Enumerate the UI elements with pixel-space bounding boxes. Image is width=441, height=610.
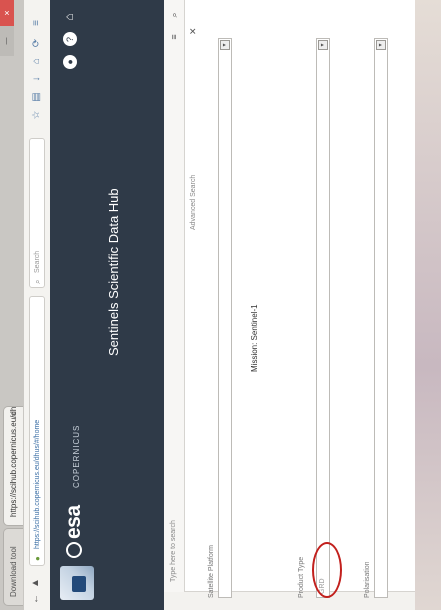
tab-label: Download tool [9, 546, 18, 597]
polarisation-label: Polarisation [364, 561, 371, 598]
app-header: esa COPERNICUS Sentinels Scientific Data… [50, 0, 164, 610]
page-title: Sentinels Scientific Data Hub [106, 188, 121, 356]
copernicus-label: COPERNICUS [72, 424, 81, 488]
url-text: https://scihub.copernicus.eu/dhus/#/home [34, 419, 41, 549]
product-type-select[interactable]: GRD [316, 38, 330, 598]
tab-download-tool[interactable]: Download tool [3, 528, 23, 606]
advanced-search-title: Advanced Search [190, 174, 197, 230]
dropdown-icon[interactable]: ▾ [220, 40, 230, 50]
star-icon[interactable]: ☆ [30, 108, 44, 122]
address-bar: ← ▲ ● https://scihub.copernicus.eu/dhus/… [24, 0, 51, 610]
search-placeholder: Search [34, 250, 41, 273]
sync-icon[interactable]: ⟳ [30, 36, 44, 50]
esa-ring-icon [66, 542, 82, 558]
secure-icon: ● [33, 556, 42, 561]
map-background [415, 0, 441, 610]
app-logo [60, 566, 94, 600]
home-icon[interactable]: ⌂ [30, 54, 44, 68]
product-type-label: Product Type [298, 556, 305, 598]
satellite-platform-label: Satellite Platform [208, 545, 215, 598]
highlight-annotation [312, 542, 342, 598]
esa-logo: esa [62, 505, 86, 558]
mission-label: Mission: Sentinel-1 [250, 304, 259, 372]
minimize-window-button[interactable]: — [0, 26, 14, 56]
close-window-button[interactable]: × [0, 0, 14, 26]
tab-label: https://scihub.copernicus.eu/dhus/#/ [9, 406, 18, 517]
tab-bar: Download tool https://scihub.copernicus.… [0, 0, 25, 610]
filter-icon[interactable]: ≡ [167, 30, 181, 44]
url-input[interactable]: ● https://scihub.copernicus.eu/dhus/#/ho… [29, 296, 45, 566]
home-icon[interactable]: ⌂ [62, 10, 76, 24]
search-icon: ⌕ [33, 279, 42, 284]
polarisation-select[interactable] [374, 38, 388, 598]
dropdown-icon[interactable]: ▾ [376, 40, 386, 50]
browser-window: Download tool https://scihub.copernicus.… [0, 0, 441, 610]
browser-search-input[interactable]: ⌕ Search [29, 138, 45, 288]
bookmark-icon[interactable]: ▤ [30, 90, 44, 104]
menu-icon[interactable]: ≡ [30, 16, 44, 30]
satellite-platform-select[interactable] [218, 38, 232, 598]
user-icon[interactable]: ● [63, 54, 77, 69]
header-icons: ● ? ⌂ [60, 10, 77, 73]
close-tab-icon[interactable]: × [4, 412, 23, 417]
close-panel-icon[interactable]: ✕ [188, 27, 199, 35]
search-panel: Type here to search ≡ ⌕ [164, 0, 185, 592]
main-content: Type here to search ≡ ⌕ ✕ Advanced Searc… [164, 0, 441, 610]
search-input[interactable]: Type here to search [164, 520, 184, 582]
download-icon[interactable]: ↓ [30, 72, 44, 86]
lock-icon: ▲ [30, 578, 41, 588]
dropdown-icon[interactable]: ▾ [318, 40, 328, 50]
search-icon[interactable]: ⌕ [167, 8, 181, 22]
back-icon[interactable]: ← [30, 592, 41, 606]
tab-scihub[interactable]: https://scihub.copernicus.eu/dhus/#/ × [3, 406, 23, 526]
esa-brand-text: esa [62, 505, 85, 539]
help-icon[interactable]: ? [63, 32, 77, 47]
